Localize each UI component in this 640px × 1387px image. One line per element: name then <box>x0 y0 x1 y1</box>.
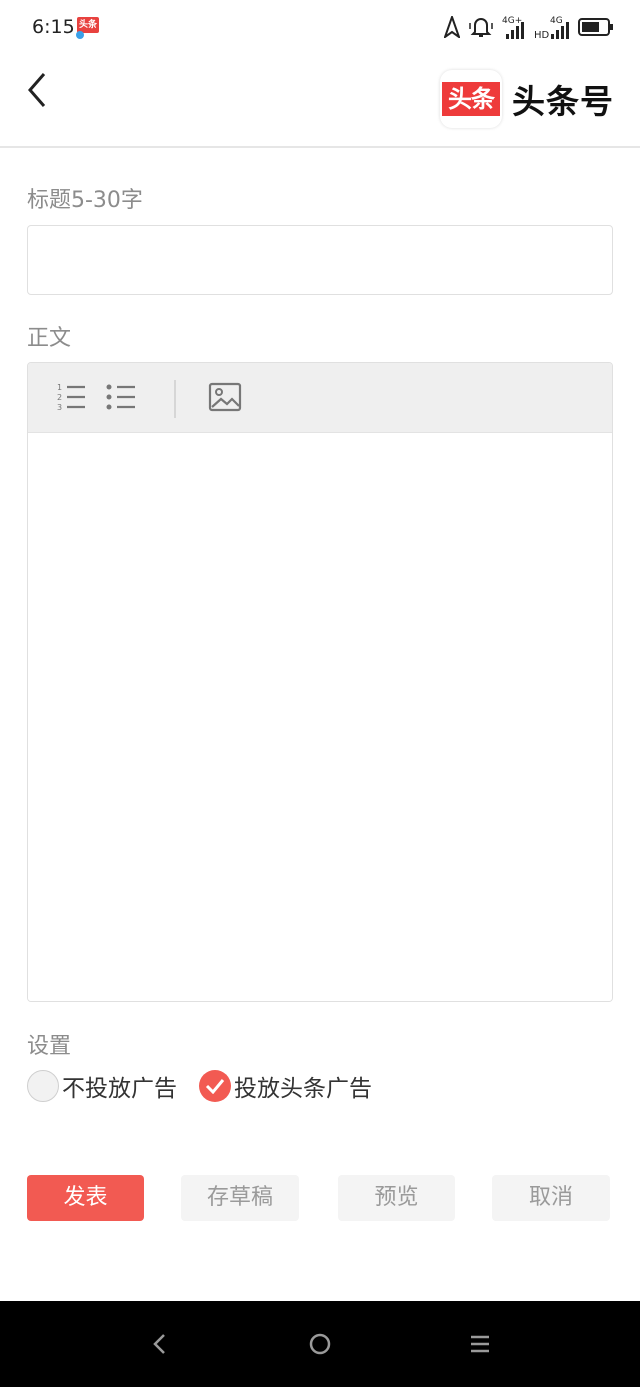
body-text-area[interactable] <box>28 433 612 1001</box>
body-label: 正文 <box>27 326 72 351</box>
toutiao-ads-radio[interactable]: 投放头条广告 <box>199 1069 372 1103</box>
cancel-button[interactable]: 取消 <box>492 1175 610 1221</box>
ad-option-group: 不投放广告 投放头条广告 <box>27 1068 394 1104</box>
nav-back-button[interactable] <box>145 1329 175 1359</box>
insert-image-button[interactable] <box>208 380 242 414</box>
notification-dot-icon <box>76 31 84 39</box>
settings-label: 设置 <box>27 1034 72 1059</box>
no-ads-label: 不投放广告 <box>62 1076 177 1102</box>
nav-home-icon <box>309 1333 331 1355</box>
image-icon <box>208 382 242 412</box>
toolbar-divider <box>174 380 176 418</box>
logo-badge-text: 头条 <box>442 82 500 116</box>
publish-article-page: 6:15 头条 4G+ 4G HD 头条 头条号 标题5-30字 正文 1 2 … <box>0 0 640 1387</box>
radio-checked-icon <box>199 1070 231 1102</box>
no-ads-radio[interactable]: 不投放广告 <box>27 1069 177 1103</box>
chevron-left-icon <box>28 73 46 107</box>
svg-text:1: 1 <box>57 383 62 392</box>
publish-button[interactable]: 发表 <box>27 1175 144 1221</box>
navigation-arrow-icon <box>444 16 460 38</box>
svg-text:2: 2 <box>57 393 62 402</box>
nav-back-icon <box>153 1334 165 1354</box>
body-editor: 1 2 3 <box>27 362 613 1002</box>
ordered-list-icon: 1 2 3 <box>57 383 85 412</box>
nav-menu-icon <box>471 1335 489 1353</box>
nav-home-button[interactable] <box>305 1329 335 1359</box>
checkmark-icon <box>205 1079 225 1094</box>
network-label-1: 4G+ <box>502 16 522 26</box>
svg-text:3: 3 <box>57 403 62 412</box>
status-icons: 4G+ 4G HD <box>444 12 614 42</box>
status-bar: 6:15 头条 4G+ 4G HD <box>0 0 640 56</box>
radio-unchecked-icon <box>27 1070 59 1102</box>
battery-icon <box>578 18 613 36</box>
bullet-list-icon <box>106 384 135 410</box>
system-nav-bar <box>0 1301 640 1387</box>
nav-menu-button[interactable] <box>465 1329 495 1359</box>
preview-button[interactable]: 预览 <box>338 1175 455 1221</box>
signal-4g-plus-icon: 4G+ <box>502 16 524 39</box>
network-label-2: 4G <box>550 16 563 26</box>
bullet-list-button[interactable] <box>104 380 138 414</box>
logo-text: 头条号 <box>512 82 614 121</box>
save-draft-button[interactable]: 存草稿 <box>181 1175 299 1221</box>
toutiao-ads-label: 投放头条广告 <box>234 1076 372 1102</box>
toutiaohao-logo: 头条 头条号 <box>440 70 614 128</box>
back-button[interactable] <box>22 70 56 114</box>
toutiao-logo-badge: 头条 <box>440 70 502 128</box>
top-header: 头条 头条号 <box>0 56 640 148</box>
status-time: 6:15 <box>32 16 75 38</box>
editor-toolbar: 1 2 3 <box>28 363 612 433</box>
title-input[interactable] <box>27 225 613 295</box>
hd-label: HD <box>534 30 550 40</box>
signal-hd-4g-icon: 4G HD <box>534 16 569 40</box>
title-label: 标题5-30字 <box>27 188 143 213</box>
ordered-list-button[interactable]: 1 2 3 <box>54 380 88 414</box>
silent-bell-icon <box>469 18 493 37</box>
